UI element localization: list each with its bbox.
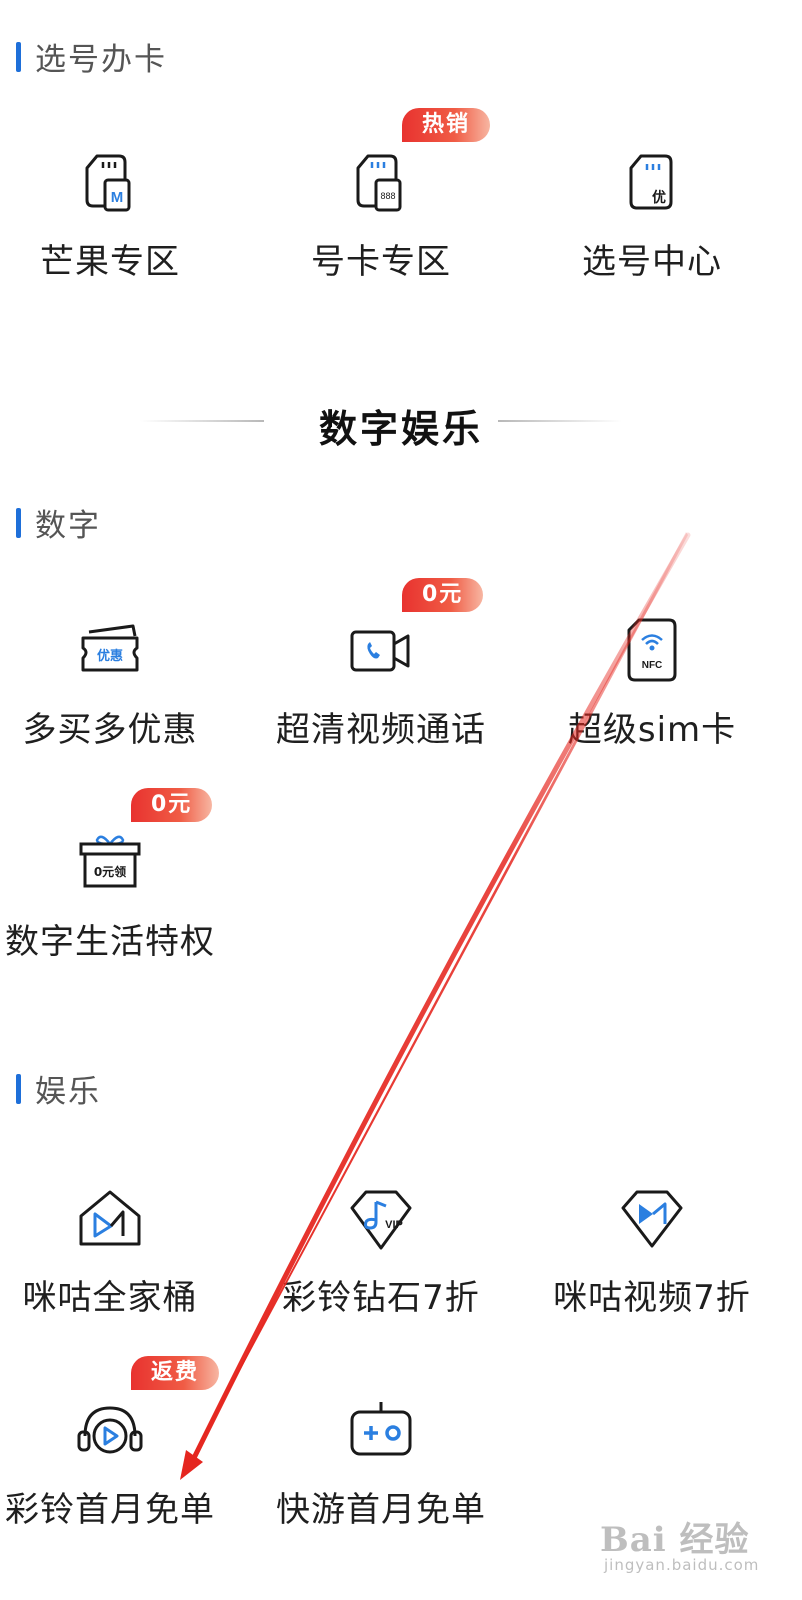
grid-item-label: 芒果专区 [40,242,180,282]
coupon-icon: 优惠 [81,624,139,672]
hot-badge: 热销 [402,108,491,142]
nfc-sim-icon: NFC [627,618,677,682]
gamepad-icon [350,1402,412,1456]
sim-888-icon: 888 [356,154,402,212]
sim-m-icon: M [85,154,131,212]
grid-item-label: 数字生活特权 [5,922,215,962]
svg-text:NFC: NFC [642,660,663,671]
grid-item-label: 咪咕视频7折 [553,1278,751,1318]
migu-video-icon [621,1190,683,1248]
headphone-play-icon [77,1406,143,1454]
svg-text:优: 优 [652,189,666,206]
baidu-jingyan-watermark: Bai 经验 jingyan.baidu.com [600,1512,790,1582]
migu-home-icon [79,1190,141,1246]
svg-text:M: M [111,189,124,206]
svg-text:VIP: VIP [385,1219,403,1231]
section-accent-bar [16,1073,21,1104]
header-title: 数字娱乐 [318,407,483,451]
watermark-sub: jingyan.baidu.com [604,1556,760,1574]
grid-item-label: 快游首月免单 [276,1490,486,1530]
section-accent-bar [16,41,21,72]
watermark-main: Bai 经验 [600,1520,750,1560]
section-title-text: 选号办卡 [35,42,167,78]
section-title-digital: 数字 [16,500,101,545]
rebate-badge: 返费 [131,1356,220,1390]
svg-text:优惠: 优惠 [97,648,123,664]
svg-text:0元领: 0元领 [94,864,126,879]
grid-item-label: 超清视频通话 [276,710,486,750]
grid-item-label: 号卡专区 [311,242,451,282]
video-call-icon [350,630,410,672]
zero-yuan-badge: 0元 [402,578,484,612]
grid-item-label: 选号中心 [582,242,722,282]
grid-item-label: 彩铃钻石7折 [282,1278,480,1318]
svg-text:888: 888 [380,191,395,201]
grid-item-label: 彩铃首月免单 [5,1490,215,1530]
sim-you-icon: 优 [629,154,673,210]
section-title-entertainment: 娱乐 [16,1066,101,1111]
ringtone-vip-icon: VIP [350,1190,412,1250]
digital-entertainment-header: 数字娱乐 [0,392,802,452]
grid-item-label: 超级sim卡 [567,710,737,750]
section-title-number-card: 选号办卡 [16,34,167,79]
grid-item-label: 多买多优惠 [22,710,198,750]
divider-line-right [498,420,622,422]
zero-yuan-badge: 0元 [131,788,213,822]
section-title-text: 娱乐 [35,1074,101,1110]
section-accent-bar [16,507,21,538]
grid-item-label: 咪咕全家桶 [22,1278,198,1318]
gift-box-icon: 0元领 [79,835,141,888]
section-title-text: 数字 [35,508,101,544]
